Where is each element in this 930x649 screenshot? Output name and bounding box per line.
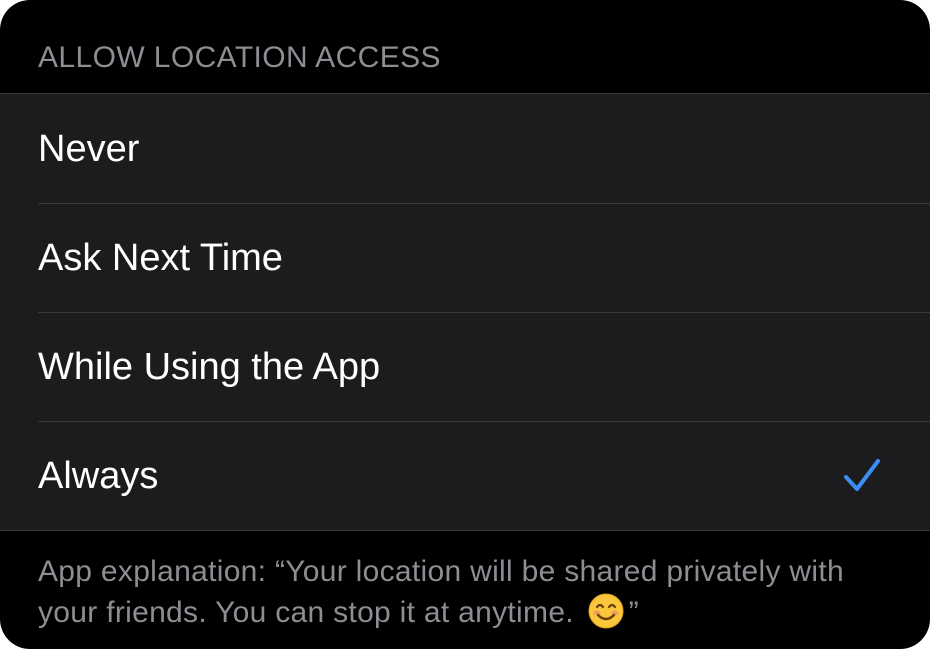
- location-access-panel: ALLOW LOCATION ACCESS Never Ask Next Tim…: [0, 0, 930, 649]
- smiling-face-icon: [588, 593, 624, 629]
- closing-quote: ”: [628, 596, 639, 629]
- location-options-list: Never Ask Next Time While Using the App …: [0, 93, 930, 531]
- option-label: While Using the App: [38, 345, 381, 388]
- option-never[interactable]: Never: [0, 94, 930, 203]
- option-label: Always: [38, 454, 159, 497]
- option-always[interactable]: Always: [0, 421, 930, 530]
- option-label: Ask Next Time: [38, 236, 283, 279]
- checkmark-icon: [844, 458, 880, 491]
- section-header: ALLOW LOCATION ACCESS: [38, 41, 441, 74]
- option-while-using-app[interactable]: While Using the App: [0, 312, 930, 421]
- app-explanation-text: App explanation: “Your location will be …: [0, 531, 930, 633]
- option-label: Never: [38, 127, 140, 170]
- explanation-text: App explanation: “Your location will be …: [38, 555, 844, 629]
- option-ask-next-time[interactable]: Ask Next Time: [0, 203, 930, 312]
